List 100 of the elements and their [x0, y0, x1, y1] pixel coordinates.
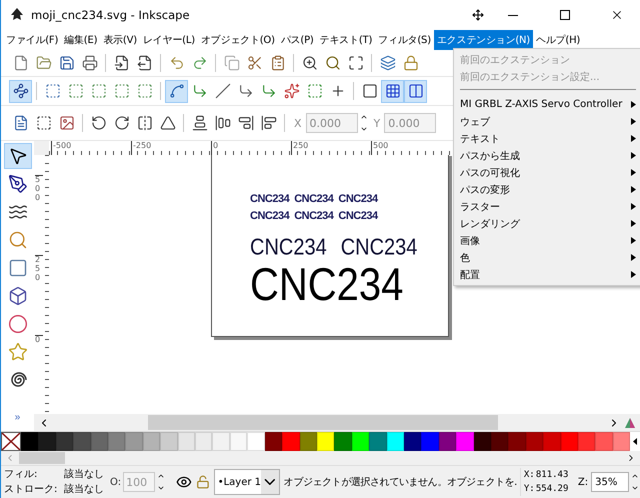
zoom-field[interactable]: 35%	[591, 472, 630, 492]
dashed-square-icon	[68, 83, 84, 99]
color-swatch[interactable]	[300, 432, 317, 451]
spin-buttons[interactable]	[156, 472, 166, 492]
close-icon	[610, 8, 624, 22]
color-swatch[interactable]	[386, 432, 404, 451]
color-swatch[interactable]	[474, 432, 491, 451]
canvas-text: CNC234	[250, 194, 290, 205]
dashed-square-icon	[90, 83, 106, 99]
spiral-icon	[8, 371, 26, 389]
color-swatch[interactable]	[195, 432, 212, 451]
clipboard-icon	[270, 55, 286, 71]
color-swatch[interactable]	[90, 432, 108, 451]
snap-toggle-button[interactable]	[165, 80, 188, 102]
menu-entry[interactable]: MI GRBL Z-AXIS Servo Controller	[454, 96, 640, 113]
color-swatch[interactable]	[352, 432, 370, 451]
menu-item[interactable]: 編集(E)	[61, 30, 100, 50]
ruler-label: 0	[35, 335, 43, 345]
menu-item[interactable]: ヘルプ(H)	[533, 30, 584, 50]
x-coordinate: 811.43	[536, 469, 570, 482]
menu-entry[interactable]: ラスター	[454, 198, 640, 215]
menu-entry[interactable]: 画像	[454, 232, 640, 249]
rotate-icon	[90, 115, 106, 131]
color-swatch[interactable]	[264, 432, 282, 451]
document-icon	[12, 115, 28, 131]
color-swatch[interactable]	[73, 432, 91, 451]
image-icon	[58, 115, 74, 131]
layer-dropdown[interactable]: •Layer 1	[214, 469, 280, 495]
color-swatch[interactable]	[178, 432, 196, 451]
canvas-text: CNC234	[294, 194, 334, 205]
snap-toggle-button[interactable]	[9, 80, 32, 102]
align-icon	[214, 115, 230, 131]
no-color-swatch[interactable]	[1, 432, 21, 451]
menu-item[interactable]: レイヤー(L)	[140, 30, 198, 50]
scrollbar-thumb[interactable]	[19, 452, 65, 464]
menu-entry[interactable]: レンダリング	[454, 215, 640, 232]
color-swatch[interactable]	[526, 432, 544, 451]
more-tools-button[interactable]: »	[10, 412, 24, 423]
canvas-text: CNC234	[250, 236, 327, 259]
menu-entry[interactable]: 色	[454, 249, 640, 266]
color-swatch[interactable]	[438, 432, 456, 451]
menu-entry[interactable]: パスの可視化	[454, 164, 640, 181]
tool-button[interactable]	[4, 143, 32, 169]
color-swatch[interactable]	[543, 432, 561, 451]
color-swatch[interactable]	[508, 432, 526, 451]
color-swatch[interactable]	[160, 432, 178, 451]
color-swatch[interactable]	[612, 432, 630, 451]
save-icon	[58, 55, 74, 71]
flip-icon	[136, 115, 152, 131]
color-swatch[interactable]	[21, 432, 38, 451]
menu-item[interactable]: テキスト(T)	[316, 30, 376, 50]
color-swatch[interactable]	[595, 432, 613, 451]
color-swatch[interactable]	[334, 432, 352, 451]
curved-arrow-icon	[238, 83, 254, 99]
import-icon	[114, 55, 130, 71]
color-swatch[interactable]	[108, 432, 126, 451]
node-path-icon	[12, 83, 28, 99]
sparkle-icon	[284, 83, 300, 99]
snap-toggle-button[interactable]	[404, 80, 427, 102]
menu-item[interactable]: ファイル(F)	[3, 30, 62, 50]
color-swatch[interactable]	[247, 432, 265, 451]
color-swatch[interactable]	[230, 432, 248, 451]
eye-icon[interactable]	[176, 474, 192, 490]
padlock-icon[interactable]	[196, 475, 210, 489]
color-swatch[interactable]	[421, 432, 439, 451]
square-icon	[8, 258, 28, 278]
color-swatch[interactable]	[212, 432, 230, 451]
submenu-arrow-icon	[631, 101, 636, 108]
color-swatch[interactable]	[316, 432, 334, 451]
menu-item[interactable]: エクステンション(N)	[434, 30, 534, 50]
color-swatch[interactable]	[142, 432, 160, 451]
submenu-arrow-icon	[631, 118, 636, 125]
page-icon	[362, 83, 378, 99]
scrollbar-thumb[interactable]	[148, 415, 498, 430]
y-label: Y:	[524, 483, 536, 496]
spin-buttons[interactable]	[630, 472, 640, 492]
color-swatch[interactable]	[56, 432, 74, 451]
color-swatch[interactable]	[456, 432, 474, 451]
snap-toggle-button[interactable]	[381, 80, 404, 102]
color-swatch[interactable]	[490, 432, 508, 451]
magnifier-icon	[8, 230, 28, 250]
menu-item[interactable]: パス(P)	[278, 30, 317, 50]
color-swatch[interactable]	[560, 432, 578, 451]
menu-entry[interactable]: パスから生成	[454, 147, 640, 164]
menu-item[interactable]: 表示(V)	[100, 30, 140, 50]
menu-entry[interactable]: テキスト	[454, 130, 640, 147]
color-swatch[interactable]	[38, 432, 56, 451]
color-swatch[interactable]	[125, 432, 143, 451]
menu-entry[interactable]: ウェブ	[454, 113, 640, 130]
menu-entry[interactable]: 配置	[454, 266, 640, 283]
color-swatch[interactable]	[282, 432, 300, 451]
menu-entry[interactable]: パスの変形	[454, 181, 640, 198]
triangle-icon	[160, 115, 176, 131]
color-swatch[interactable]	[578, 432, 596, 451]
menu-item[interactable]: オブジェクト(O)	[198, 30, 278, 50]
menu-item[interactable]: フィルタ(S)	[375, 30, 434, 50]
y-coordinate: 554.29	[536, 483, 570, 496]
color-swatch[interactable]	[369, 432, 387, 451]
color-swatch[interactable]	[404, 432, 422, 451]
fill-value: 該当なし	[64, 468, 105, 482]
